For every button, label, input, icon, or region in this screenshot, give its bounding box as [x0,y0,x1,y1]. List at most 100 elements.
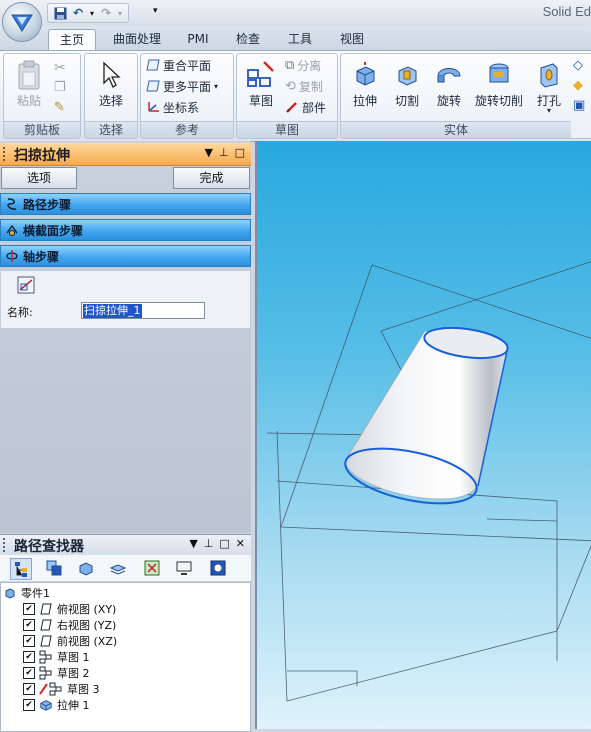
tree-item[interactable]: ✔ 草图 3 [23,681,100,697]
extrude-button[interactable]: 拉伸 [347,58,383,109]
panel-menu-icon[interactable]: ▼ [205,146,213,159]
path-finder-title: 路径查找器 [14,539,84,555]
visibility-checkbox[interactable]: ✔ [23,603,35,615]
drag-grip[interactable] [3,147,8,161]
axis-step[interactable]: 轴步骤 [0,245,251,267]
select-label: 选择 [98,94,123,108]
solid-more-icon-1[interactable]: ◇ [573,58,583,73]
select-button[interactable]: 选择 [89,58,133,109]
copy-sketch-label: 复制 [298,79,323,94]
hole-button[interactable]: 打孔 ▾ [531,58,567,115]
separate-button[interactable]: ⧉ 分离 [285,56,321,74]
coordinate-system-label: 坐标系 [163,100,200,115]
revolve-label: 旋转 [436,94,461,108]
cross-section-step[interactable]: 横截面步骤 [0,219,251,241]
coincident-plane-button[interactable]: 重合平面 [146,56,211,74]
reference-group-label: 参考 [141,121,233,138]
close-icon[interactable]: ✕ [236,537,245,550]
path-finder-panel: 路径查找器 ▼ ⊥ □ ✕ 零件1 ✔ 俯视图 (XY) ✔ 右视图 (YZ) … [0,534,251,732]
options-button[interactable]: 选项 [1,167,77,189]
application-button[interactable] [3,3,41,41]
tree-root[interactable]: 零件1 [3,585,50,601]
tab-view[interactable]: 视图 [332,29,372,50]
layers-icon[interactable] [44,558,64,578]
solid-more-icon-2[interactable]: ◆ [573,78,583,93]
cut-label: 切割 [394,94,419,108]
sketch-button[interactable]: 草图 [241,58,281,109]
pin-icon[interactable]: ⊥ [204,537,214,550]
customize-qat-icon[interactable]: ▾ [153,6,158,16]
tab-pmi[interactable]: PMI [180,29,216,50]
coordinate-system-icon [148,102,159,112]
paste-button[interactable]: 粘贴 [8,58,50,109]
finish-button[interactable]: 完成 [173,167,250,189]
tree-item-label: 草图 2 [57,667,90,680]
visibility-checkbox[interactable]: ✔ [23,699,35,711]
sweep-options-icon[interactable] [17,276,35,297]
tree-item[interactable]: ✔ 草图 2 [23,665,90,681]
visibility-checkbox[interactable]: ✔ [23,667,35,679]
name-input[interactable]: 扫掠拉伸_1 [81,302,205,319]
panel-menu-icon[interactable]: ▼ [189,537,197,550]
copy-sketch-icon: ⟲ [285,78,296,94]
features-icon[interactable] [76,558,96,578]
visibility-checkbox[interactable]: ✔ [23,635,35,647]
undo-icon[interactable]: ↶ [70,5,86,21]
tree-view-icon[interactable] [10,558,32,580]
tab-home[interactable]: 主页 [48,29,96,51]
display-icon[interactable] [174,558,194,578]
visibility-checkbox[interactable]: ✔ [23,683,35,695]
cut-icon[interactable]: ✂ [54,60,66,76]
revolve-icon [431,58,467,92]
cut-button[interactable]: 切割 [389,58,425,109]
sweep-command-panel: 扫掠拉伸 ▼ ⊥ □ 选项 完成 路径步骤 横截面步骤 轴步骤 [0,141,251,533]
path-step[interactable]: 路径步骤 [0,193,251,215]
tree-item[interactable]: ✔ 草图 1 [23,649,90,665]
reference-plane-outline [486,518,558,522]
plane-icon [39,634,53,648]
pin-icon[interactable]: ⊥ [219,146,229,159]
maximize-icon[interactable]: □ [219,537,229,550]
part-button[interactable]: 部件 [285,98,326,116]
tree-item[interactable]: ✔ 拉伸 1 [23,697,90,713]
visibility-checkbox[interactable]: ✔ [23,651,35,663]
save-icon[interactable] [52,5,68,21]
sketch-edit-icon [39,682,63,696]
tree-item[interactable]: ✔ 前视图 (XZ) [23,633,117,649]
part-icon [3,586,17,600]
more-planes-button[interactable]: 更多平面 ▾ [146,77,218,95]
coordinate-system-button[interactable]: 坐标系 [146,98,199,116]
tab-tools[interactable]: 工具 [280,29,320,50]
format-painter-icon[interactable]: ✎ [54,100,65,115]
tab-surfacing[interactable]: 曲面处理 [106,29,168,50]
redo-icon[interactable]: ↷ [98,5,114,21]
settings-icon[interactable] [208,558,228,578]
visibility-checkbox[interactable]: ✔ [23,619,35,631]
extrude-icon [347,58,383,92]
tree-item[interactable]: ✔ 右视图 (YZ) [23,617,116,633]
revolve-button[interactable]: 旋转 [431,58,467,109]
separate-icon: ⧉ [285,57,295,73]
sketch-group-label: 草图 [237,121,337,138]
copy-sketch-button[interactable]: ⟲ 复制 [285,77,323,95]
revolve-cut-button[interactable]: 旋转切削 [471,58,527,109]
undo-dropdown-icon[interactable]: ▾ [88,5,96,21]
drag-grip[interactable] [3,538,8,552]
3d-viewport[interactable] [255,141,591,729]
maximize-icon[interactable]: □ [235,146,245,159]
path-step-icon [1,197,23,211]
copy-icon[interactable]: ❐ [54,80,66,95]
solid-more-icon-3[interactable]: ▣ [573,98,585,113]
redo-dropdown-icon[interactable]: ▾ [116,5,124,21]
sweep-body[interactable] [340,323,509,513]
filter-icon[interactable] [142,558,162,578]
sheets-icon[interactable] [108,558,128,578]
sketch-icon [241,58,281,92]
name-input-value: 扫掠拉伸_1 [83,304,142,318]
plane-icon [146,59,160,71]
paste-label: 粘贴 [16,94,41,108]
tree-item[interactable]: ✔ 俯视图 (XY) [23,601,116,617]
solid-group-label: 实体 [341,121,571,138]
tab-inspect[interactable]: 检查 [228,29,268,50]
solid-group: 拉伸 切割 旋转 旋转切削 打孔 ▾ ◇ ◆ ▣ 实体 [340,53,591,139]
